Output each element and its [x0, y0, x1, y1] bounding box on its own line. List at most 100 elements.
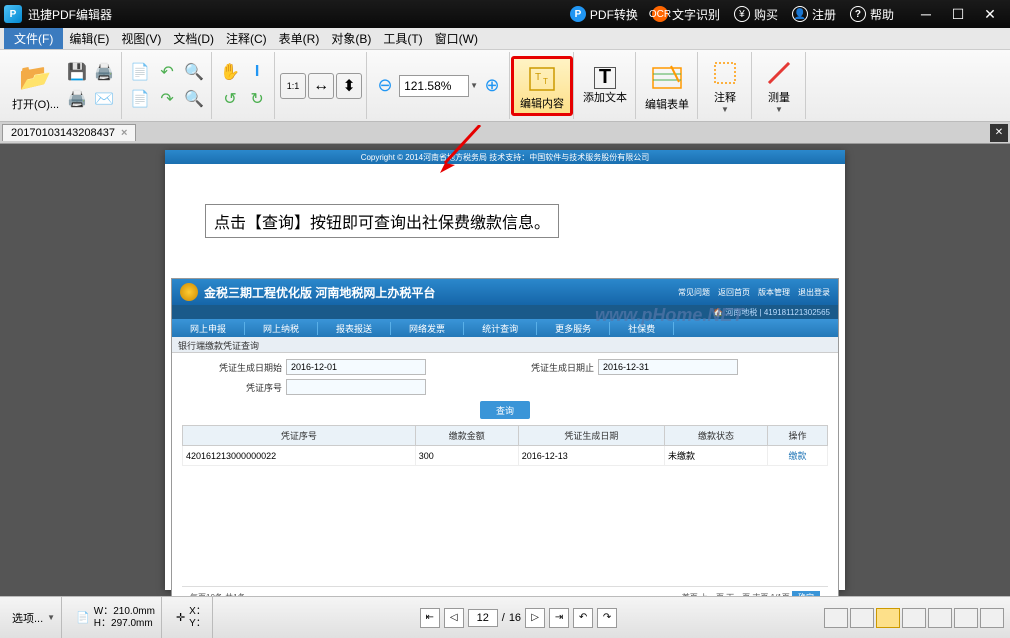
- rotate-ccw-button[interactable]: ↺: [217, 86, 243, 112]
- tab-overflow-button[interactable]: ✕: [990, 124, 1008, 142]
- nav-fwd-button[interactable]: ↷: [597, 608, 617, 628]
- next-page-button[interactable]: ▷: [525, 608, 545, 628]
- buy-button[interactable]: ¥ 购买: [728, 4, 784, 25]
- print2-button[interactable]: 🖨️: [91, 59, 117, 85]
- app-title: 迅捷PDF编辑器: [28, 6, 112, 23]
- printer-icon: 🖨️: [67, 89, 87, 109]
- text-cursor-button[interactable]: I: [244, 59, 270, 85]
- last-page-button[interactable]: ⇥: [549, 608, 569, 628]
- menu-file[interactable]: 文件(F): [4, 28, 63, 49]
- zoom-in-button[interactable]: ⊕: [479, 73, 505, 99]
- hand-button[interactable]: ✋: [217, 59, 243, 85]
- tax-nav-more[interactable]: 更多服务: [537, 322, 610, 335]
- chevron-down-icon[interactable]: ▼: [470, 81, 478, 90]
- ocr-button[interactable]: OCR 文字识别: [646, 4, 726, 25]
- print-button[interactable]: 🖨️: [64, 86, 90, 112]
- menu-edit[interactable]: 编辑(E): [63, 28, 115, 49]
- search2-button[interactable]: 🔍: [181, 86, 207, 112]
- zoom-out-icon: ⊖: [378, 75, 393, 96]
- close-button[interactable]: ✕: [974, 4, 1006, 24]
- tab-bar: 20170103143208437 × ✕: [0, 122, 1010, 144]
- view-thumb-button[interactable]: [954, 608, 978, 628]
- mail-icon: ✉️: [94, 89, 114, 109]
- view-rotate-button[interactable]: [980, 608, 1004, 628]
- zoom-input[interactable]: [399, 75, 469, 97]
- tax-nav-social[interactable]: 社保费: [610, 322, 674, 335]
- doc2-button[interactable]: 📄: [127, 86, 153, 112]
- th-action: 操作: [768, 426, 828, 446]
- edit-content-button[interactable]: TT 编辑内容: [511, 56, 573, 116]
- tax-link-logout[interactable]: 退出登录: [798, 287, 830, 298]
- help-button[interactable]: ? 帮助: [844, 4, 900, 25]
- rotate-cw-button[interactable]: ↻: [244, 86, 270, 112]
- open-button[interactable]: 📂 打开(O)...: [8, 56, 63, 116]
- menu-annotate[interactable]: 注释(C): [220, 28, 273, 49]
- menu-view[interactable]: 视图(V): [115, 28, 167, 49]
- table-row: 420161213000000022 300 2016-12-13 未缴款 缴款: [183, 446, 828, 466]
- tax-link-home[interactable]: 返回首页: [718, 287, 750, 298]
- menu-form[interactable]: 表单(R): [273, 28, 326, 49]
- view-single-button[interactable]: [850, 608, 874, 628]
- tax-nav-stats[interactable]: 统计查询: [464, 322, 537, 335]
- tax-nav-declare[interactable]: 网上申报: [172, 322, 245, 335]
- folder-open-icon: 📂: [18, 60, 54, 96]
- add-text-button[interactable]: T 添加文本: [579, 56, 631, 116]
- input-date-end[interactable]: [598, 359, 738, 375]
- fit-11-button[interactable]: 1:1: [280, 73, 306, 99]
- document-viewport[interactable]: 河东软件园 www.pc0359.cn Copyright © 2014河南省地…: [0, 144, 1010, 596]
- fit-page-button[interactable]: ⬍: [336, 73, 362, 99]
- zoom-out-button[interactable]: ⊖: [372, 73, 398, 99]
- tax-header: 金税三期工程优化版 河南地税网上办税平台 常见问题 返回首页 版本管理 退出登录: [172, 279, 838, 305]
- nav-back-button[interactable]: ↶: [573, 608, 593, 628]
- tax-nav-pay[interactable]: 网上纳税: [245, 322, 318, 335]
- add-text-icon: T: [594, 67, 616, 89]
- tax-nav-invoice[interactable]: 网络发票: [391, 322, 464, 335]
- menu-document[interactable]: 文档(D): [167, 28, 220, 49]
- first-page-button[interactable]: ⇤: [420, 608, 440, 628]
- ocr-icon: OCR: [652, 6, 668, 22]
- label-date-end: 凭证生成日期止: [494, 361, 594, 374]
- edit-form-button[interactable]: 编辑表单: [641, 56, 693, 116]
- redo-button[interactable]: ↷: [154, 86, 180, 112]
- annotate-icon: [707, 58, 743, 89]
- view-facing-cont-button[interactable]: [928, 608, 952, 628]
- instruction-text: 点击【查询】按钮即可查询出社保费缴款信息。: [205, 204, 559, 238]
- pay-link[interactable]: 缴款: [789, 451, 807, 461]
- register-button[interactable]: 👤 注册: [786, 4, 842, 25]
- tax-link-version[interactable]: 版本管理: [758, 287, 790, 298]
- tax-link-faq[interactable]: 常见问题: [678, 287, 710, 298]
- document-tab[interactable]: 20170103143208437 ×: [2, 124, 136, 141]
- menu-tools[interactable]: 工具(T): [377, 28, 428, 49]
- tab-close-button[interactable]: ×: [121, 127, 127, 139]
- annotate-button[interactable]: 注释 ▼: [703, 56, 747, 116]
- measure-button[interactable]: 测量 ▼: [757, 56, 801, 116]
- minimize-button[interactable]: ─: [910, 4, 942, 24]
- chevron-down-icon[interactable]: ▼: [47, 613, 55, 622]
- user-icon: 👤: [792, 6, 808, 22]
- th-status: 缴款状态: [664, 426, 767, 446]
- view-facing-button[interactable]: [902, 608, 926, 628]
- query-button[interactable]: 查询: [480, 401, 530, 419]
- th-seq: 凭证序号: [183, 426, 416, 446]
- search-button[interactable]: 🔍: [181, 59, 207, 85]
- mail-button[interactable]: ✉️: [91, 86, 117, 112]
- save-button[interactable]: 💾: [64, 59, 90, 85]
- view-bookmarks-button[interactable]: [824, 608, 848, 628]
- input-date-start[interactable]: [286, 359, 426, 375]
- th-date: 凭证生成日期: [518, 426, 664, 446]
- maximize-button[interactable]: ☐: [942, 4, 974, 24]
- prev-page-button[interactable]: ◁: [444, 608, 464, 628]
- doc-button[interactable]: 📄: [127, 59, 153, 85]
- pager-go-button[interactable]: 确定: [792, 591, 820, 596]
- menu-window[interactable]: 窗口(W): [429, 28, 484, 49]
- view-continuous-button[interactable]: [876, 608, 900, 628]
- fit-width-button[interactable]: ↔: [308, 73, 334, 99]
- tax-nav-report[interactable]: 报表报送: [318, 322, 391, 335]
- svg-text:T: T: [535, 72, 541, 83]
- page-number-input[interactable]: [468, 609, 498, 627]
- undo-button[interactable]: ↶: [154, 59, 180, 85]
- pdf-convert-button[interactable]: P PDF转换: [564, 4, 644, 25]
- input-seq[interactable]: [286, 379, 426, 395]
- menu-object[interactable]: 对象(B): [325, 28, 377, 49]
- options-button[interactable]: 选项...: [12, 610, 43, 626]
